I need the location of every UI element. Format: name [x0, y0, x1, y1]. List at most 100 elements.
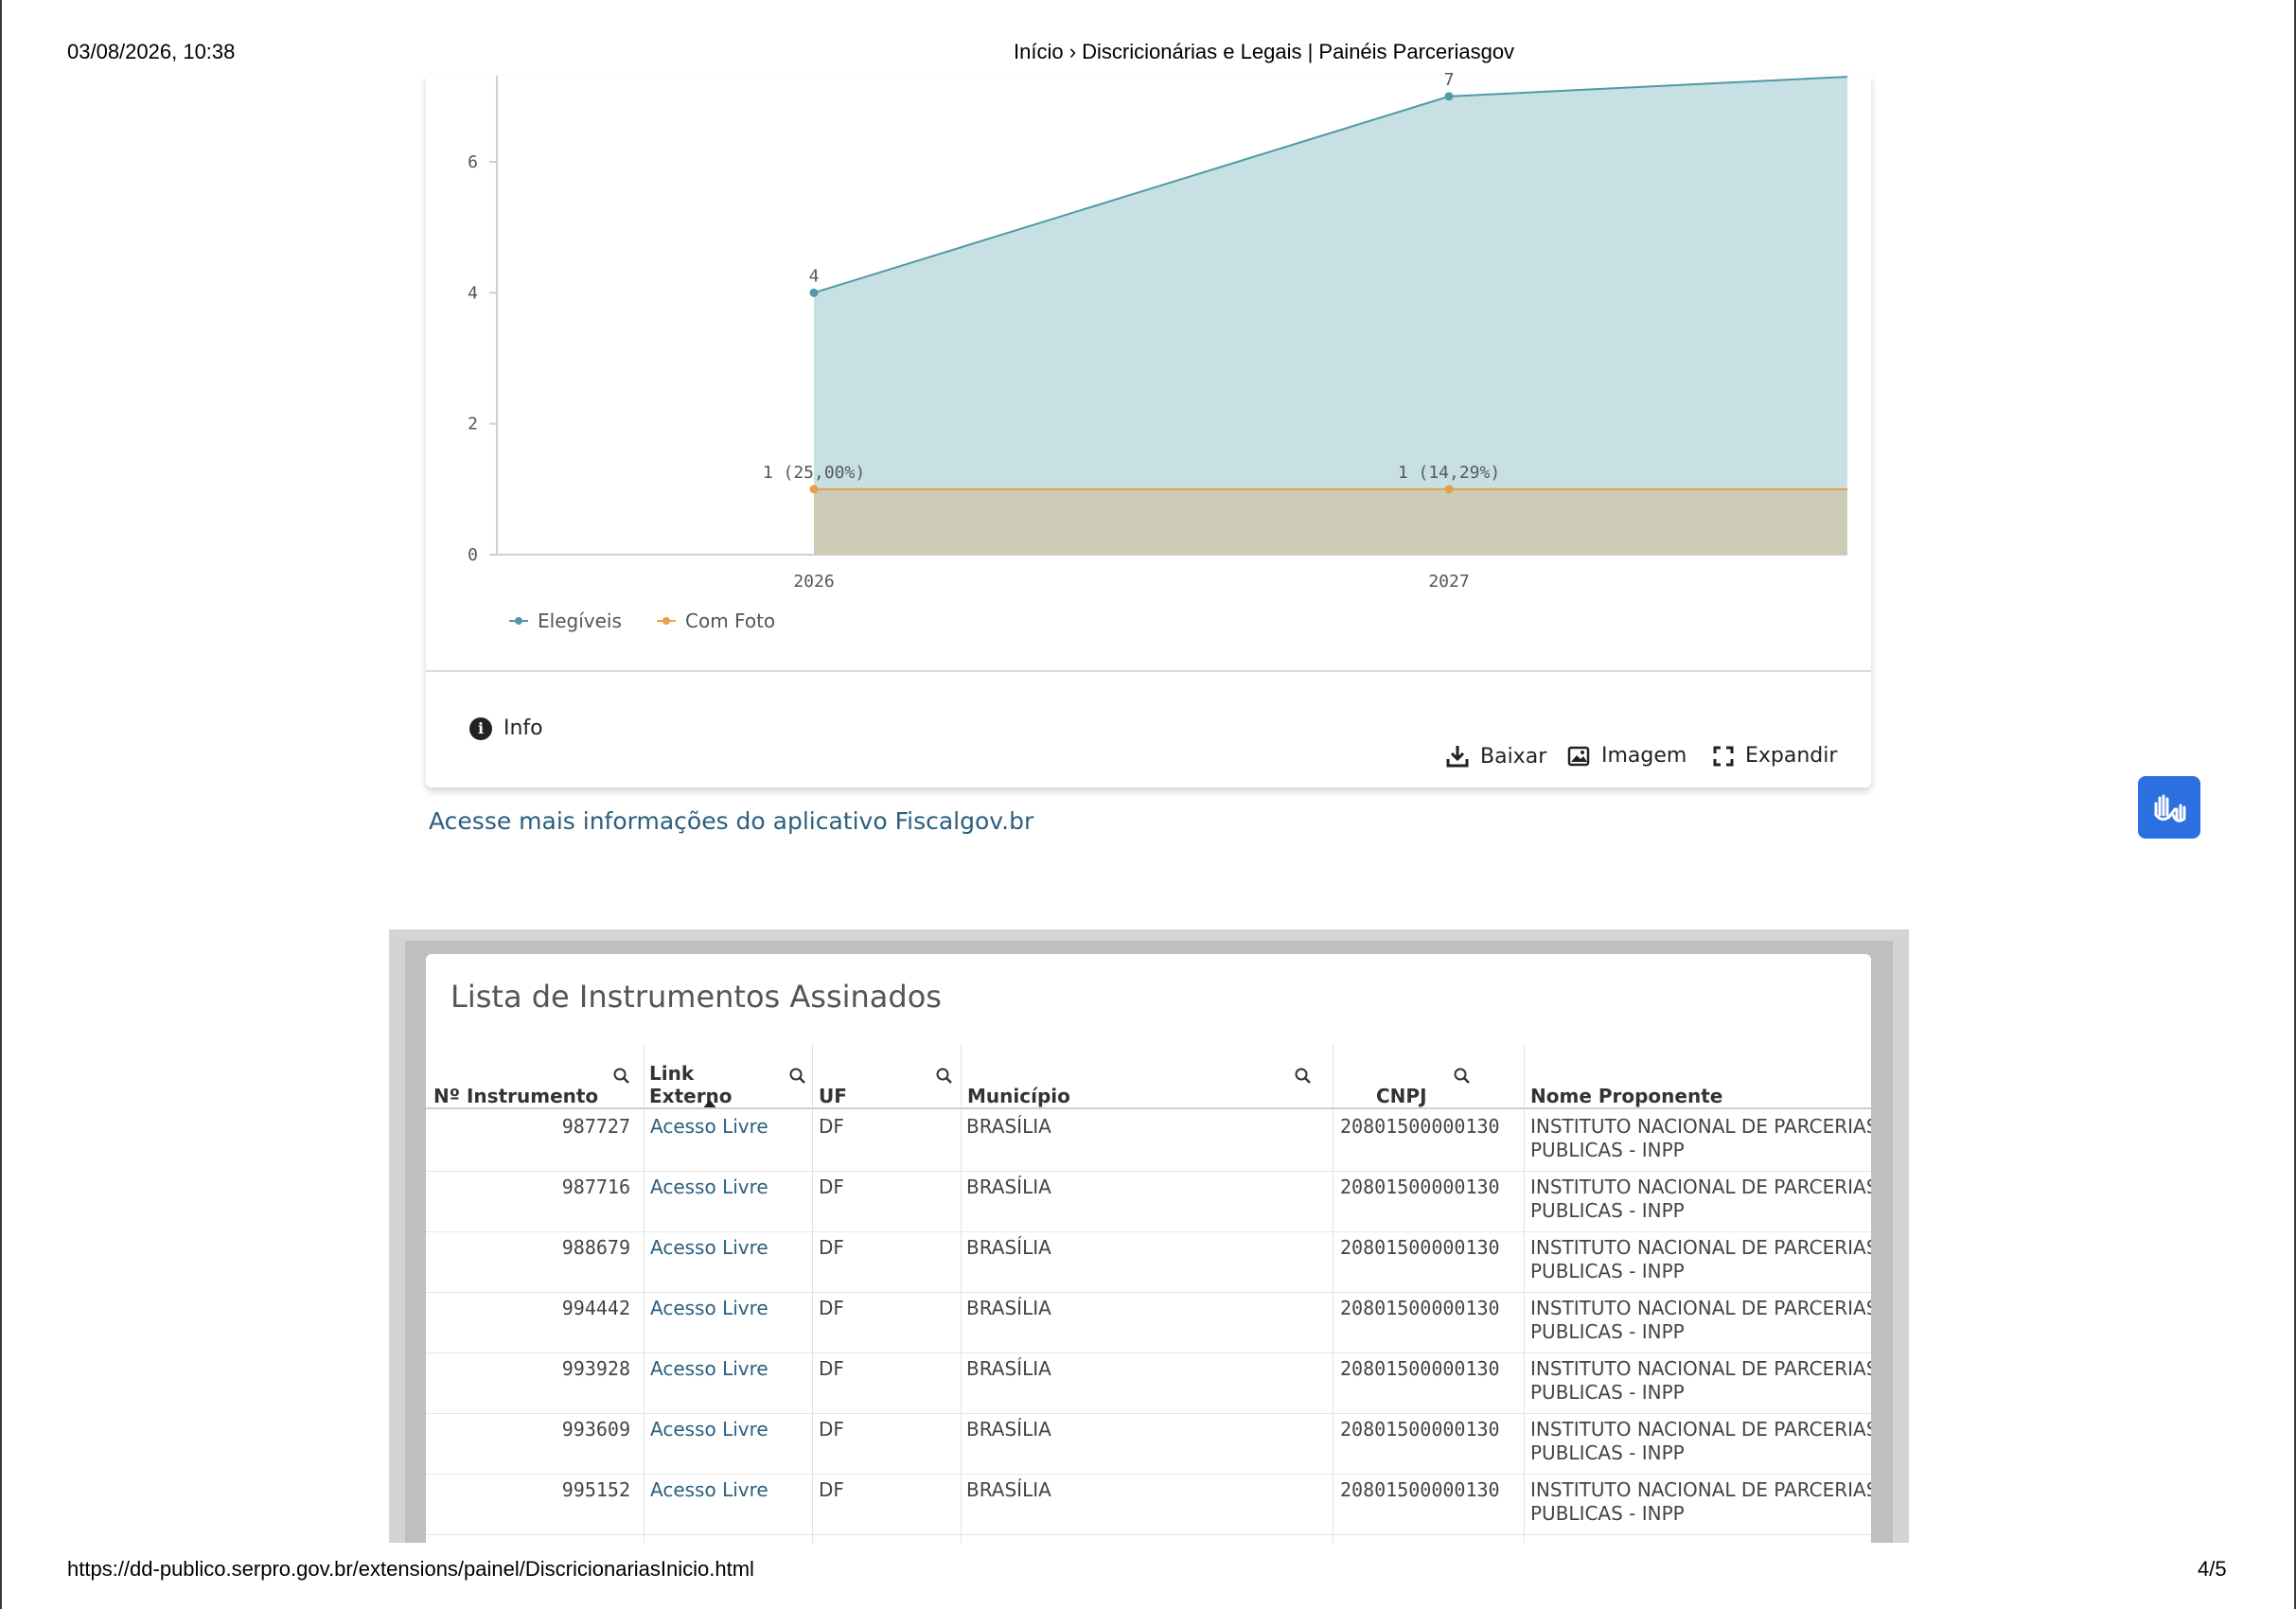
col-header-municipio-label: Município	[967, 1085, 1070, 1107]
legend-item-com-foto[interactable]: Com Foto	[657, 610, 775, 632]
col-header-instrumento[interactable]: Nº Instrumento	[433, 1049, 642, 1113]
row-divider	[426, 1413, 1871, 1414]
col-header-link-externo[interactable]: Link Externo	[649, 1049, 810, 1113]
cell-municipio: BRASÍLIA	[966, 1357, 1051, 1380]
search-icon[interactable]	[789, 1068, 806, 1085]
cell-proponente-line2: PUBLICAS - INPP	[1530, 1199, 1685, 1222]
row-divider	[426, 1534, 1871, 1535]
table-title: Lista de Instrumentos Assinados	[450, 979, 942, 1015]
info-label: Info	[503, 716, 543, 740]
cell-uf: DF	[819, 1297, 844, 1319]
sign-language-hands-icon	[2154, 794, 2186, 822]
cell-link-externo[interactable]: Acesso Livre	[650, 1418, 768, 1441]
col-header-cnpj[interactable]: CNPJ	[1340, 1049, 1482, 1113]
cell-cnpj: 20801500000130	[1340, 1297, 1500, 1319]
cell-proponente-line1: INSTITUTO NACIONAL DE PARCERIAS	[1530, 1357, 1871, 1380]
cell-cnpj: 20801500000130	[1340, 1236, 1500, 1259]
cell-uf: DF	[819, 1478, 844, 1501]
legend-label-elegiveis: Elegíveis	[538, 610, 622, 632]
col-header-uf[interactable]: UF	[819, 1049, 961, 1113]
cell-municipio: BRASÍLIA	[966, 1297, 1051, 1319]
cell-proponente-line1: INSTITUTO NACIONAL DE PARCERIAS	[1530, 1236, 1871, 1259]
accessibility-vlibras-button[interactable]	[2138, 776, 2200, 839]
cell-link-externo[interactable]: Acesso Livre	[650, 1297, 768, 1320]
search-icon[interactable]	[1454, 1068, 1471, 1085]
cell-cnpj: 20801500000130	[1340, 1418, 1500, 1441]
col-header-proponente-label: Nome Proponente	[1530, 1085, 1723, 1107]
column-separator	[812, 1044, 813, 1543]
legend-swatch-elegiveis	[509, 616, 528, 626]
cell-municipio: BRASÍLIA	[966, 1418, 1051, 1441]
col-header-uf-label: UF	[819, 1085, 847, 1107]
col-header-cnpj-label: CNPJ	[1376, 1085, 1427, 1107]
y-tick-label: 6	[468, 152, 478, 172]
cell-proponente-line2: PUBLICAS - INPP	[1530, 1502, 1685, 1525]
data-point	[809, 288, 819, 297]
search-icon[interactable]	[936, 1068, 953, 1085]
col-header-link-label: Link Externo	[649, 1062, 733, 1107]
cell-municipio: BRASÍLIA	[966, 1115, 1051, 1138]
cell-instrumento: 987716	[561, 1176, 630, 1198]
cell-link-externo[interactable]: Acesso Livre	[650, 1478, 768, 1502]
row-divider	[426, 1231, 1871, 1232]
image-button[interactable]: Imagem	[1567, 744, 1687, 768]
cell-uf: DF	[819, 1115, 844, 1138]
cell-instrumento: 988679	[561, 1236, 630, 1259]
expand-icon	[1713, 746, 1734, 766]
info-icon: i	[469, 716, 492, 740]
cell-uf: DF	[819, 1236, 844, 1259]
x-tick-label: 2027	[1428, 572, 1469, 592]
cell-uf: DF	[819, 1176, 844, 1198]
series-area-elegiveis	[814, 77, 1847, 555]
data-label: 4	[809, 266, 820, 286]
instrumentos-table-card: Lista de Instrumentos Assinados Nº Instr…	[426, 954, 1871, 1543]
row-divider	[426, 1171, 1871, 1172]
download-icon	[1446, 746, 1469, 768]
cell-link-externo[interactable]: Acesso Livre	[650, 1357, 768, 1381]
cell-link-externo[interactable]: Acesso Livre	[650, 1115, 768, 1139]
info-button[interactable]: i Info	[469, 716, 543, 740]
search-icon[interactable]	[1295, 1068, 1312, 1085]
legend-label-com-foto: Com Foto	[685, 610, 776, 632]
cell-proponente-line2: PUBLICAS - INPP	[1530, 1260, 1685, 1282]
data-point	[1444, 92, 1454, 101]
y-tick-label: 2	[468, 415, 478, 434]
card-divider	[426, 670, 1871, 672]
y-tick-label: 0	[468, 545, 478, 565]
x-tick-label: 2026	[793, 572, 834, 592]
cell-uf: DF	[819, 1418, 844, 1441]
cell-proponente-line2: PUBLICAS - INPP	[1530, 1381, 1685, 1404]
cell-proponente-line1: INSTITUTO NACIONAL DE PARCERIAS	[1530, 1297, 1871, 1319]
data-label: 7	[1444, 70, 1455, 90]
area-chart: 0 2 4 6 2026 2027 4 7 1 (25,00%) 1 (14,29%)	[468, 70, 1848, 592]
column-separator	[1524, 1044, 1525, 1543]
fiscalgov-app-link[interactable]: Acesse mais informações do aplicativo Fi…	[429, 807, 1033, 835]
col-header-proponente[interactable]: Nome Proponente	[1530, 1049, 1871, 1113]
expand-button[interactable]: Expandir	[1713, 744, 1837, 768]
cell-proponente-line1: INSTITUTO NACIONAL DE PARCERIAS	[1530, 1478, 1871, 1501]
search-icon[interactable]	[613, 1068, 630, 1085]
legend-swatch-com-foto	[657, 616, 676, 626]
cell-link-externo[interactable]: Acesso Livre	[650, 1236, 768, 1260]
legend-item-elegiveis[interactable]: Elegíveis	[509, 610, 622, 632]
cell-proponente-line2: PUBLICAS - INPP	[1530, 1139, 1685, 1161]
image-icon	[1567, 746, 1590, 766]
cell-municipio: BRASÍLIA	[966, 1236, 1051, 1259]
data-point	[809, 485, 819, 494]
download-button[interactable]: Baixar	[1446, 744, 1546, 769]
cell-municipio: BRASÍLIA	[966, 1176, 1051, 1198]
data-label: 1 (14,29%)	[1398, 463, 1500, 483]
cell-instrumento: 994442	[561, 1297, 630, 1319]
print-url: https://dd-publico.serpro.gov.br/extensi…	[67, 1557, 754, 1581]
col-header-municipio[interactable]: Município	[967, 1049, 1336, 1113]
cell-uf: DF	[819, 1357, 844, 1380]
data-label: 1 (25,00%)	[763, 463, 865, 483]
cell-municipio: BRASÍLIA	[966, 1478, 1051, 1501]
cell-proponente-line2: PUBLICAS - INPP	[1530, 1441, 1685, 1464]
cell-cnpj: 20801500000130	[1340, 1176, 1500, 1198]
print-page-number: 4/5	[2198, 1557, 2227, 1581]
series-area-com-foto	[814, 488, 1847, 555]
cell-link-externo[interactable]: Acesso Livre	[650, 1176, 768, 1199]
y-tick-label: 4	[468, 283, 478, 303]
row-divider	[426, 1474, 1871, 1475]
